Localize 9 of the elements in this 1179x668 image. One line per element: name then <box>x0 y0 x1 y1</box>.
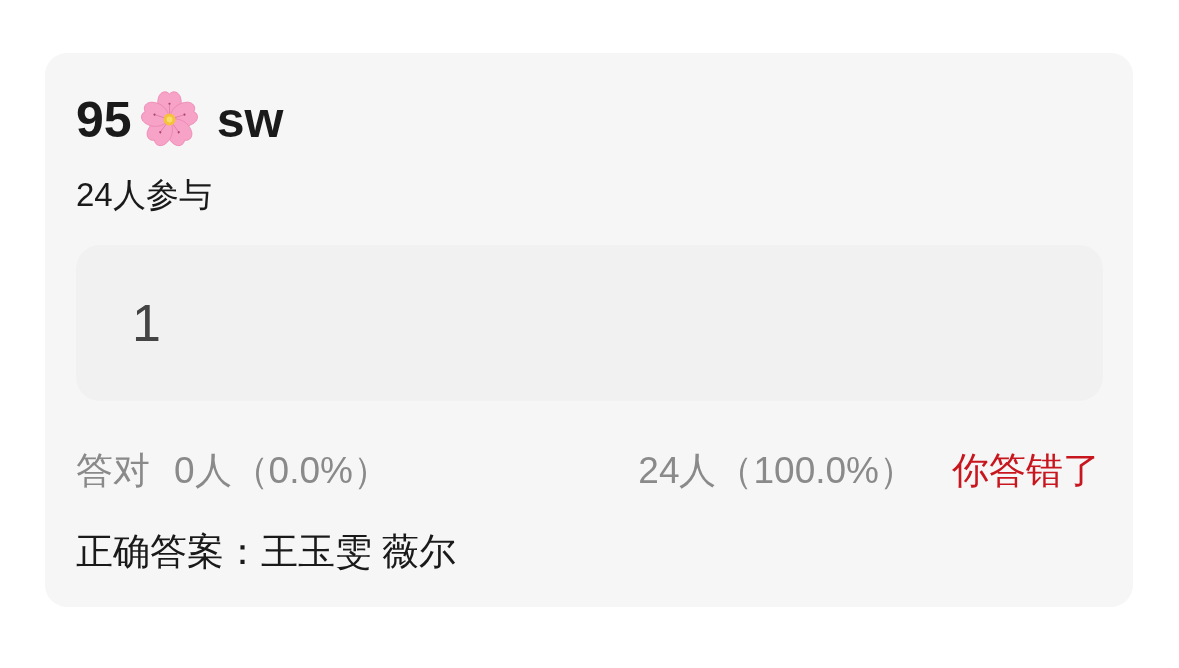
result-text: 你答错了 <box>952 449 1100 493</box>
participant-count: 24人参与 <box>76 175 213 215</box>
card-title: sw <box>216 90 284 150</box>
wrong-count: 24人（100.0%） <box>638 449 916 493</box>
card-title: 95 <box>76 90 132 150</box>
correct-count: 0人（0.0%） <box>174 449 390 493</box>
answer-box: 1 <box>76 245 1103 401</box>
correct-answer-text: 正确答案：王玉雯 薇尔 <box>76 530 458 574</box>
correct-label: 答对 <box>76 449 150 493</box>
